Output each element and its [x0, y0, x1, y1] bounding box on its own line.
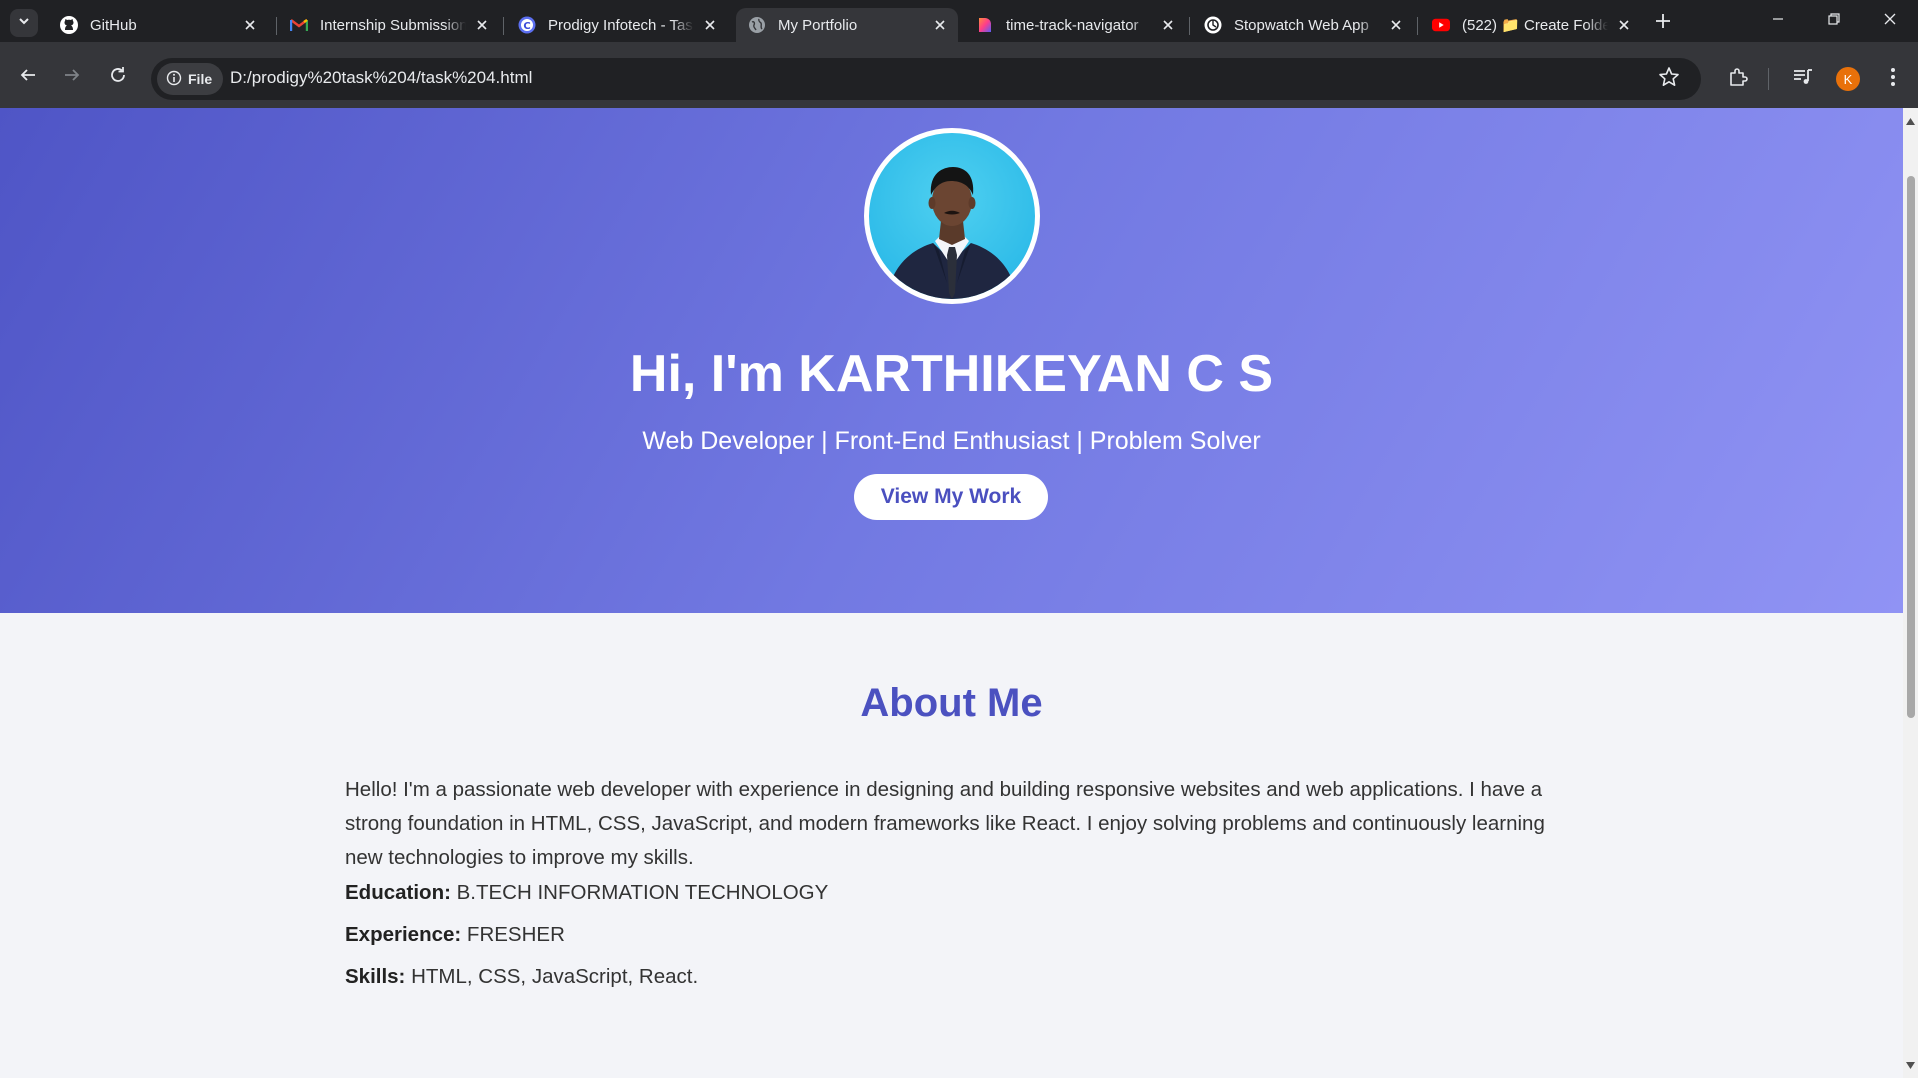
page-viewport: Hi, I'm KARTHIKEYAN C S Web Developer | …	[0, 108, 1903, 1078]
more-vertical-icon	[1890, 67, 1896, 92]
hero-title: Hi, I'm KARTHIKEYAN C S	[629, 345, 1274, 403]
back-button[interactable]	[14, 63, 42, 91]
tab-title: Internship Submission	[320, 16, 466, 34]
experience-label: Experience:	[345, 923, 462, 946]
toolbar-divider	[1768, 68, 1769, 90]
tab-search-button[interactable]	[10, 9, 38, 37]
tab-time-track-navigator[interactable]: time-track-navigator	[964, 8, 1186, 42]
minimize-icon	[1771, 12, 1785, 31]
restore-icon	[1827, 12, 1841, 31]
skills-label: Skills:	[345, 965, 406, 988]
tab-github[interactable]: GitHub	[48, 8, 268, 42]
queue-music-icon	[1792, 66, 1814, 93]
tab-separator	[276, 17, 277, 35]
profile-avatar[interactable]: K	[1836, 67, 1860, 91]
globe-icon	[748, 16, 766, 34]
skills-line: Skills: HTML, CSS, JavaScript, React.	[345, 965, 698, 989]
scrollbar-thumb[interactable]	[1907, 176, 1915, 718]
arrow-right-icon	[63, 66, 81, 89]
extensions-button[interactable]	[1725, 66, 1751, 92]
prodigy-icon: C	[518, 16, 536, 34]
svg-text:C: C	[523, 21, 530, 32]
tab-title: Stopwatch Web App	[1234, 16, 1369, 34]
arrow-left-icon	[19, 66, 37, 89]
site-info-chip[interactable]: File	[157, 63, 223, 95]
lovable-icon	[976, 16, 994, 34]
tab-title: My Portfolio	[778, 16, 858, 34]
github-icon	[60, 16, 78, 34]
close-icon[interactable]	[702, 17, 718, 33]
experience-value: FRESHER	[461, 923, 565, 946]
page-scrollbar[interactable]	[1903, 108, 1918, 1078]
tab-title: time-track-navigator	[1006, 16, 1139, 34]
tab-prodigy-infotech[interactable]: C Prodigy Infotech - Task	[506, 8, 728, 42]
window-close-button[interactable]	[1876, 10, 1904, 32]
profile-photo	[864, 128, 1040, 304]
info-icon	[166, 70, 188, 89]
about-heading: About Me	[860, 681, 1043, 725]
chip-label: File	[188, 71, 213, 87]
tab-my-portfolio[interactable]: My Portfolio	[736, 8, 958, 42]
scroll-down-arrow-icon[interactable]	[1906, 1056, 1915, 1074]
reload-button[interactable]	[104, 63, 132, 91]
hero-section: Hi, I'm KARTHIKEYAN C S Web Developer | …	[0, 108, 1903, 613]
close-icon[interactable]	[242, 17, 258, 33]
minimize-button[interactable]	[1764, 10, 1792, 32]
chevron-down-icon	[17, 14, 31, 33]
tab-separator	[503, 17, 504, 35]
forward-button[interactable]	[58, 63, 86, 91]
experience-line: Experience: FRESHER	[345, 923, 565, 947]
education-line: Education: B.TECH INFORMATION TECHNOLOGY	[345, 881, 828, 905]
tab-internship-submission[interactable]: Internship Submission	[278, 8, 500, 42]
scroll-up-arrow-icon[interactable]	[1906, 112, 1915, 130]
youtube-icon	[1432, 16, 1450, 34]
restore-button[interactable]	[1820, 10, 1848, 32]
close-icon[interactable]	[1388, 17, 1404, 33]
tab-stopwatch-web-app[interactable]: Stopwatch Web App	[1192, 8, 1414, 42]
url-text[interactable]: D:/prodigy%20task%204/task%204.html	[230, 68, 532, 88]
puzzle-icon	[1727, 66, 1749, 93]
media-controls-button[interactable]	[1790, 66, 1816, 92]
tab-title: (522) 📁 Create Folder	[1462, 17, 1608, 34]
close-icon[interactable]	[474, 17, 490, 33]
education-value: B.TECH INFORMATION TECHNOLOGY	[450, 881, 829, 904]
browser-menu-button[interactable]	[1880, 66, 1906, 92]
about-paragraph: Hello! I'm a passionate web developer wi…	[345, 778, 1545, 869]
tab-title: GitHub	[90, 16, 137, 34]
education-label: Education:	[345, 881, 451, 904]
reload-icon	[109, 66, 127, 89]
close-icon[interactable]	[932, 17, 948, 33]
close-icon[interactable]	[1160, 17, 1176, 33]
hero-subtitle: Web Developer | Front-End Enthusiast | P…	[642, 427, 1261, 455]
view-my-work-button[interactable]: View My Work	[854, 474, 1048, 520]
tab-separator	[1417, 17, 1418, 35]
close-icon[interactable]	[1616, 17, 1632, 33]
skills-value: HTML, CSS, JavaScript, React.	[405, 965, 699, 988]
close-icon	[1883, 12, 1897, 31]
plus-icon	[1655, 13, 1671, 34]
bookmark-star-icon[interactable]	[1658, 66, 1680, 93]
new-tab-button[interactable]	[1651, 11, 1675, 35]
tab-title: Prodigy Infotech - Task	[548, 16, 694, 34]
tab-separator	[1189, 17, 1190, 35]
tab-youtube-create-folder[interactable]: (522) 📁 Create Folder	[1420, 8, 1642, 42]
openai-icon	[1204, 16, 1222, 34]
gmail-icon	[290, 16, 308, 34]
